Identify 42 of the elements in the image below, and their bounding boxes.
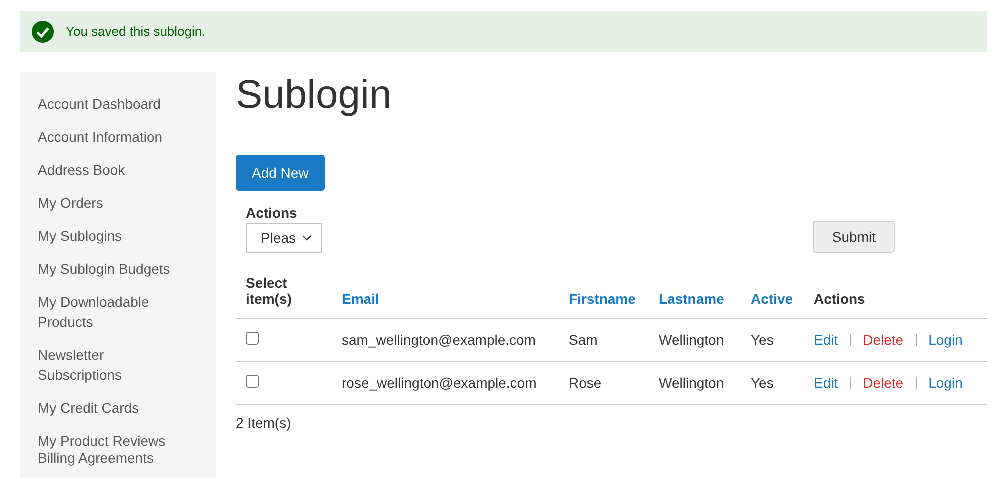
- actions-dropdown[interactable]: Pleas: [246, 223, 322, 253]
- actions-label: Actions: [246, 205, 298, 221]
- delete-link[interactable]: Delete: [863, 332, 904, 348]
- sidebar-link[interactable]: My Credit Cards: [38, 397, 183, 430]
- sidebar-link[interactable]: Newsletter Subscriptions: [38, 344, 183, 397]
- table-cell: Yes: [741, 362, 804, 404]
- sidebar-link[interactable]: My Product Reviews: [38, 430, 183, 451]
- table-cell: Sam: [559, 318, 649, 362]
- table-cell: Yes: [741, 318, 804, 362]
- column-header-link[interactable]: Firstname: [569, 291, 636, 307]
- sidebar-link[interactable]: Address Book: [38, 159, 183, 192]
- submit-button[interactable]: Submit: [813, 221, 895, 253]
- table-cell: Wellington: [649, 362, 741, 404]
- success-message: You saved this sublogin.: [66, 24, 206, 39]
- login-link[interactable]: Login: [928, 375, 963, 391]
- sidebar-link[interactable]: Account Dashboard: [38, 93, 183, 126]
- edit-link[interactable]: Edit: [814, 332, 838, 348]
- delete-link[interactable]: Delete: [863, 375, 904, 391]
- add-new-button[interactable]: Add New: [236, 155, 325, 191]
- table-cell: Rose: [559, 362, 649, 404]
- login-link[interactable]: Login: [928, 332, 963, 348]
- table-cell: rose_wellington@example.com: [332, 362, 559, 404]
- sidebar-link[interactable]: My Sublogins: [38, 225, 183, 258]
- sidebar-link[interactable]: My Sublogin Budgets: [38, 258, 183, 291]
- item-count: 2 Item(s): [236, 414, 292, 431]
- sidebar-link[interactable]: My Downloadable Products: [38, 291, 183, 344]
- table-cell: Wellington: [649, 318, 741, 362]
- sidebar-link[interactable]: Billing Agreements: [38, 451, 198, 477]
- row-checkbox[interactable]: [246, 332, 259, 345]
- column-header: Actions: [804, 275, 987, 318]
- sidebar-link[interactable]: Account Information: [38, 126, 183, 159]
- checkmark-icon: [32, 20, 54, 42]
- sidebar-link[interactable]: My Orders: [38, 192, 183, 225]
- column-header-link[interactable]: Email: [342, 291, 380, 307]
- column-header: Select item(s): [236, 275, 332, 318]
- chevron-down-icon: [302, 235, 312, 241]
- column-header-link[interactable]: Active: [751, 291, 794, 307]
- column-header-link[interactable]: Lastname: [659, 291, 724, 307]
- page-title: Sublogin: [236, 72, 393, 118]
- edit-link[interactable]: Edit: [814, 375, 838, 391]
- row-checkbox[interactable]: [246, 375, 259, 388]
- table-cell: sam_wellington@example.com: [332, 318, 559, 362]
